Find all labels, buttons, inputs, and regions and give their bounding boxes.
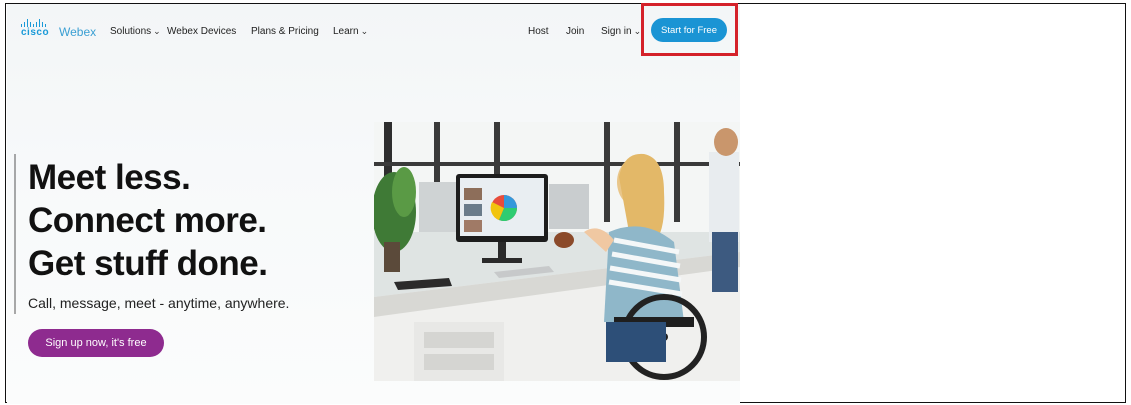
nav-plans-pricing[interactable]: Plans & Pricing [251, 26, 319, 37]
nav-plans-pricing-label: Plans & Pricing [251, 26, 319, 37]
nav-learn-label: Learn [333, 26, 359, 37]
sign-up-button[interactable]: Sign up now, it's free [28, 329, 164, 357]
nav-learn[interactable]: Learn ⌄ [333, 26, 368, 37]
nav-solutions[interactable]: Solutions ⌄ [110, 26, 161, 37]
top-nav: cisco Webex Solutions ⌄ Webex Devices Pla… [7, 4, 740, 60]
hero-headline: Meet less. Connect more. Get stuff done. [28, 156, 268, 285]
start-for-free-button[interactable]: Start for Free [651, 18, 727, 42]
headline-line-3: Get stuff done. [28, 244, 268, 283]
sign-up-label: Sign up now, it's free [45, 337, 147, 349]
nav-join-label: Join [566, 26, 585, 37]
nav-host[interactable]: Host [528, 26, 549, 37]
logo-product: Webex [59, 25, 97, 39]
logo-brand: cisco [21, 27, 50, 38]
chevron-down-icon: ⌄ [153, 26, 161, 36]
nav-sign-in-label: Sign in [601, 26, 632, 37]
nav-solutions-label: Solutions [110, 26, 152, 37]
nav-webex-devices[interactable]: Webex Devices [167, 26, 236, 37]
nav-host-label: Host [528, 26, 549, 37]
headline-line-1: Meet less. [28, 158, 191, 197]
cisco-webex-logo[interactable]: cisco Webex [21, 19, 101, 43]
start-for-free-label: Start for Free [661, 24, 717, 36]
chevron-down-icon: ⌄ [633, 26, 642, 36]
nav-webex-devices-label: Webex Devices [167, 26, 237, 37]
hero-subline: Call, message, meet - anytime, anywhere. [28, 295, 290, 311]
hero-photo [374, 122, 740, 381]
chevron-down-icon: ⌄ [360, 26, 369, 36]
office-scene-image [374, 122, 740, 381]
headline-line-2: Connect more. [28, 201, 267, 240]
hero-accent-line [14, 154, 16, 314]
cisco-bars-icon [21, 19, 46, 27]
nav-sign-in[interactable]: Sign in ⌄ [601, 26, 641, 37]
nav-join[interactable]: Join [566, 26, 584, 37]
